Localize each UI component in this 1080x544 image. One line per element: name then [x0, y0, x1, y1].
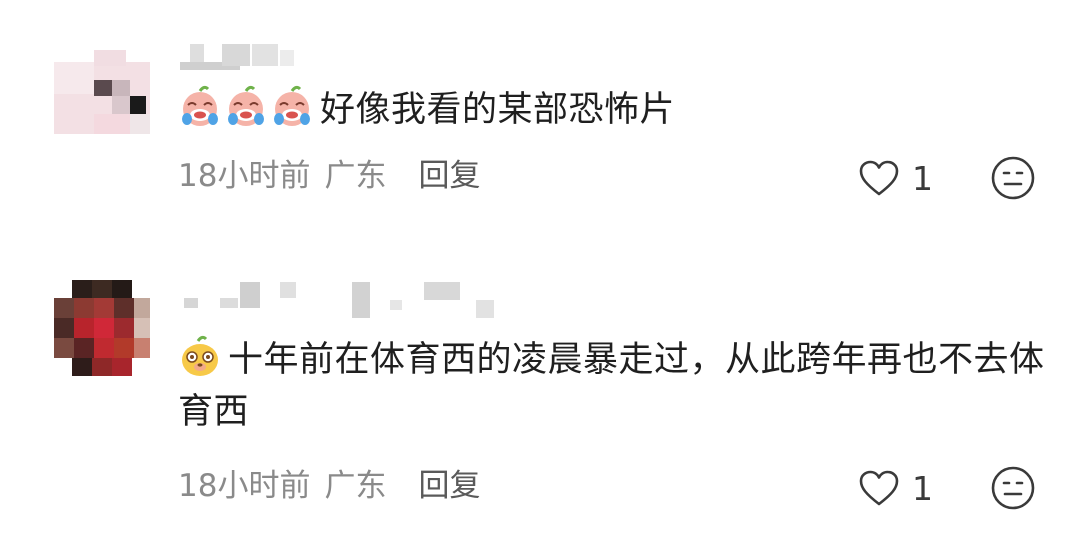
comment-time: 18小时前	[178, 468, 311, 504]
comment-location: 广东	[324, 468, 387, 504]
comment-text: 十年前在体育西的凌晨暴走过，从此跨年再也不去体育西	[178, 334, 1048, 438]
comment-body: 十年前在体育西的凌晨暴走过，从此跨年再也不去体育西	[178, 340, 1045, 432]
heart-icon	[859, 160, 899, 196]
like-button[interactable]: 1	[858, 156, 933, 200]
avatar[interactable]	[54, 50, 150, 146]
crying-face-emoji	[182, 85, 218, 126]
yellow-dog-emoji	[182, 335, 218, 376]
username[interactable]	[180, 44, 300, 74]
dislike-face-icon[interactable]	[990, 465, 1036, 511]
crying-face-emoji	[274, 85, 310, 126]
like-button[interactable]: 1	[858, 466, 933, 510]
comment-meta: 18小时前 广东 回复	[178, 154, 480, 198]
comment-text: 好像我看的某部恐怖片	[178, 84, 1048, 136]
like-count: 1	[912, 158, 933, 198]
username[interactable]	[180, 282, 500, 318]
crying-face-emoji	[228, 85, 264, 126]
comment-time: 18小时前	[178, 158, 311, 194]
comment-meta: 18小时前 广东 回复	[178, 464, 480, 508]
dislike-face-icon[interactable]	[990, 155, 1036, 201]
reply-button[interactable]: 回复	[418, 158, 480, 194]
heart-icon	[859, 470, 899, 506]
comment-location: 广东	[324, 158, 387, 194]
like-count: 1	[912, 468, 933, 508]
avatar[interactable]	[54, 280, 150, 376]
reply-button[interactable]: 回复	[418, 468, 480, 504]
comment-body: 好像我看的某部恐怖片	[320, 90, 676, 130]
